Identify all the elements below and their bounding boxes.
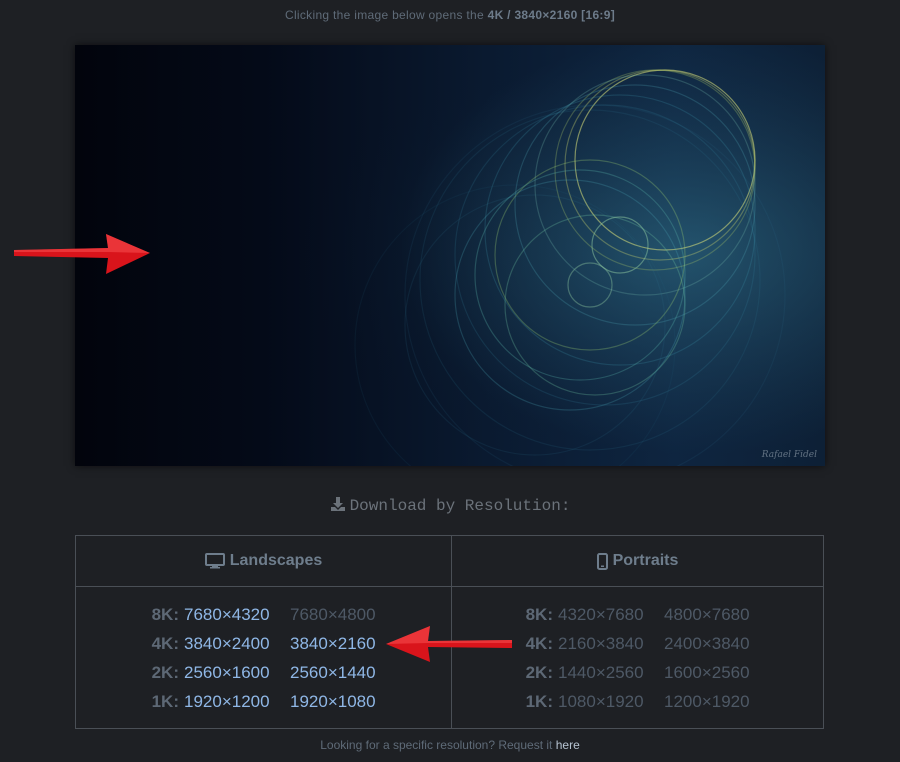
tier-label: 2K: [525,663,553,682]
monitor-icon [204,553,225,569]
arrow-left-icon [386,626,512,662]
resolution-unavailable: 4800×7680 [664,605,750,624]
tier-label: 8K: [525,605,553,624]
resolution-link[interactable]: 2560×1600 [184,662,290,691]
footer-request: Looking for a specific resolution? Reque… [0,738,900,752]
preview-notice: Clicking the image below opens the 4K / … [0,8,900,22]
tier-label: 4K: [151,634,179,653]
resolution-unavailable: 2160×3840 [558,634,644,653]
resolution-link[interactable]: 3840×2400 [184,633,290,662]
notice-text: Clicking the image below opens the [284,8,484,22]
resolution-link[interactable]: 1920×1080 [290,691,382,720]
download-icon [330,497,345,511]
resolution-unavailable: 7680×4800 [290,605,376,624]
tier-label: 4K: [525,634,553,653]
resolution-unavailable: 2400×3840 [664,634,750,653]
portraits-header-label: Portraits [612,552,679,569]
download-heading-label: Download by Resolution: [349,497,571,515]
resolution-unavailable: 1600×2560 [664,663,750,682]
resolution-unavailable: 4320×7680 [558,605,644,624]
arrow-right-icon [14,234,150,274]
artist-signature: Rafael Fidel [761,450,817,460]
tier-label: 8K: [151,605,179,624]
request-link[interactable]: here [556,738,580,752]
fractal-rings-art [75,45,825,466]
resolution-unavailable: 1440×2560 [558,663,644,682]
tier-label: 1K: [525,692,553,711]
wallpaper-preview-image[interactable]: Rafael Fidel [75,45,825,466]
resolution-unavailable: 1080×1920 [558,692,644,711]
resolution-unavailable: 1200×1920 [664,692,750,711]
footer-text: Looking for a specific resolution? Reque… [320,738,553,752]
tier-label: 2K: [151,663,179,682]
list-item: 1K: 1920×1200 1920×1080 [76,691,451,720]
resolution-link[interactable]: 3840×2160 [290,633,382,662]
phone-icon [596,552,608,570]
notice-resolution: 4K / 3840×2160 [16:9] [487,8,615,22]
resolution-link[interactable]: 2560×1440 [290,662,382,691]
download-heading: Download by Resolution: [0,496,900,515]
landscapes-header: Landscapes [76,536,451,587]
portraits-header: Portraits [452,536,823,587]
resolution-link[interactable]: 1920×1200 [184,691,290,720]
list-item: 1K: 1080×1920 1200×1920 [452,691,823,720]
tier-label: 1K: [151,692,179,711]
landscapes-header-label: Landscapes [229,552,323,569]
resolution-link[interactable]: 7680×4320 [184,604,290,633]
